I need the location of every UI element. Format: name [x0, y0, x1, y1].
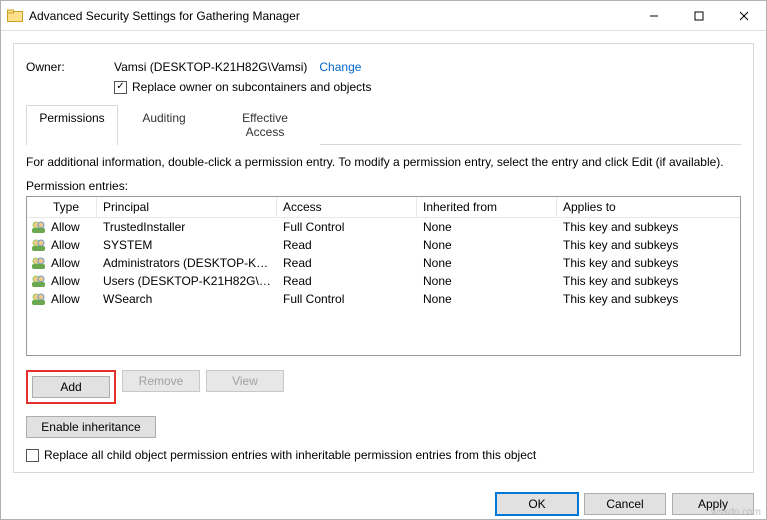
- dialog-buttons: OK Cancel Apply: [1, 485, 766, 519]
- add-button[interactable]: Add: [32, 376, 110, 398]
- folder-icon: [7, 8, 23, 24]
- cell-type: Allow: [51, 292, 80, 306]
- info-text: For additional information, double-click…: [26, 155, 741, 169]
- owner-row: Owner: Vamsi (DESKTOP-K21H82G\Vamsi) Cha…: [26, 60, 741, 74]
- owner-label: Owner:: [26, 60, 114, 74]
- cell-access: Read: [277, 255, 417, 271]
- users-icon: [31, 274, 47, 288]
- table-row[interactable]: Allow SYSTEMReadNoneThis key and subkeys: [27, 236, 740, 254]
- replace-owner-checkbox[interactable]: ✓: [114, 81, 127, 94]
- users-icon: [31, 256, 47, 270]
- cell-type: Allow: [51, 274, 80, 288]
- cell-principal: Users (DESKTOP-K21H82G\Us...: [97, 273, 277, 289]
- table-row[interactable]: Allow WSearchFull ControlNoneThis key and…: [27, 290, 740, 308]
- cell-access: Full Control: [277, 219, 417, 235]
- cell-applies: This key and subkeys: [557, 219, 740, 235]
- cell-type: Allow: [51, 220, 80, 234]
- view-button: View: [206, 370, 284, 392]
- cell-applies: This key and subkeys: [557, 291, 740, 307]
- table-body: AllowTrustedInstallerFull ControlNoneThi…: [27, 218, 740, 308]
- enable-inheritance-button[interactable]: Enable inheritance: [26, 416, 156, 438]
- cell-inherited: None: [417, 237, 557, 253]
- maximize-button[interactable]: [676, 2, 721, 30]
- users-icon: [31, 220, 47, 234]
- tab-auditing[interactable]: Auditing: [118, 105, 210, 145]
- cell-inherited: None: [417, 273, 557, 289]
- cell-type: Allow: [51, 256, 80, 270]
- cell-principal: WSearch: [97, 291, 277, 307]
- cell-access: Read: [277, 273, 417, 289]
- users-icon: [31, 292, 47, 306]
- add-highlight: Add: [26, 370, 116, 404]
- cell-type: Allow: [51, 238, 80, 252]
- replace-owner-label: Replace owner on subcontainers and objec…: [132, 80, 371, 94]
- permissions-table: Type Principal Access Inherited from App…: [26, 196, 741, 356]
- panel: Owner: Vamsi (DESKTOP-K21H82G\Vamsi) Cha…: [13, 43, 754, 473]
- col-inherited[interactable]: Inherited from: [417, 197, 557, 217]
- window-title: Advanced Security Settings for Gathering…: [29, 9, 631, 23]
- cell-inherited: None: [417, 291, 557, 307]
- table-row[interactable]: Allow Users (DESKTOP-K21H82G\Us...ReadNon…: [27, 272, 740, 290]
- users-icon: [31, 238, 47, 252]
- cell-inherited: None: [417, 219, 557, 235]
- col-access[interactable]: Access: [277, 197, 417, 217]
- remove-button: Remove: [122, 370, 200, 392]
- cell-access: Full Control: [277, 291, 417, 307]
- content-area: Owner: Vamsi (DESKTOP-K21H82G\Vamsi) Cha…: [1, 31, 766, 485]
- cell-applies: This key and subkeys: [557, 237, 740, 253]
- cancel-button[interactable]: Cancel: [584, 493, 666, 515]
- change-owner-link[interactable]: Change: [319, 60, 361, 74]
- ok-button[interactable]: OK: [496, 493, 578, 515]
- entries-label: Permission entries:: [26, 179, 741, 193]
- tab-strip: Permissions Auditing Effective Access: [26, 104, 741, 145]
- minimize-button[interactable]: [631, 2, 676, 30]
- entry-buttons: Add Remove View: [26, 370, 741, 404]
- tab-effective-access[interactable]: Effective Access: [210, 105, 320, 145]
- cell-access: Read: [277, 237, 417, 253]
- titlebar: Advanced Security Settings for Gathering…: [1, 1, 766, 31]
- replace-owner-row: ✓ Replace owner on subcontainers and obj…: [114, 80, 741, 94]
- watermark: wsxdn.com: [711, 507, 761, 518]
- replace-children-checkbox[interactable]: [26, 449, 39, 462]
- table-header: Type Principal Access Inherited from App…: [27, 197, 740, 218]
- cell-principal: Administrators (DESKTOP-K21...: [97, 255, 277, 271]
- cell-principal: SYSTEM: [97, 237, 277, 253]
- col-principal[interactable]: Principal: [97, 197, 277, 217]
- owner-value: Vamsi (DESKTOP-K21H82G\Vamsi): [114, 60, 307, 74]
- col-applies[interactable]: Applies to: [557, 197, 740, 217]
- window: Advanced Security Settings for Gathering…: [0, 0, 767, 520]
- close-button[interactable]: [721, 2, 766, 30]
- table-row[interactable]: Allow Administrators (DESKTOP-K21...ReadN…: [27, 254, 740, 272]
- cell-principal: TrustedInstaller: [97, 219, 277, 235]
- cell-inherited: None: [417, 255, 557, 271]
- tab-permissions[interactable]: Permissions: [26, 105, 118, 145]
- enable-inheritance-row: Enable inheritance: [26, 416, 741, 438]
- cell-applies: This key and subkeys: [557, 255, 740, 271]
- table-row[interactable]: Allow TrustedInstallerFull ControlNoneThi…: [27, 218, 740, 236]
- replace-children-label: Replace all child object permission entr…: [44, 448, 536, 462]
- replace-children-row: Replace all child object permission entr…: [26, 448, 741, 462]
- cell-applies: This key and subkeys: [557, 273, 740, 289]
- col-type[interactable]: Type: [27, 197, 97, 217]
